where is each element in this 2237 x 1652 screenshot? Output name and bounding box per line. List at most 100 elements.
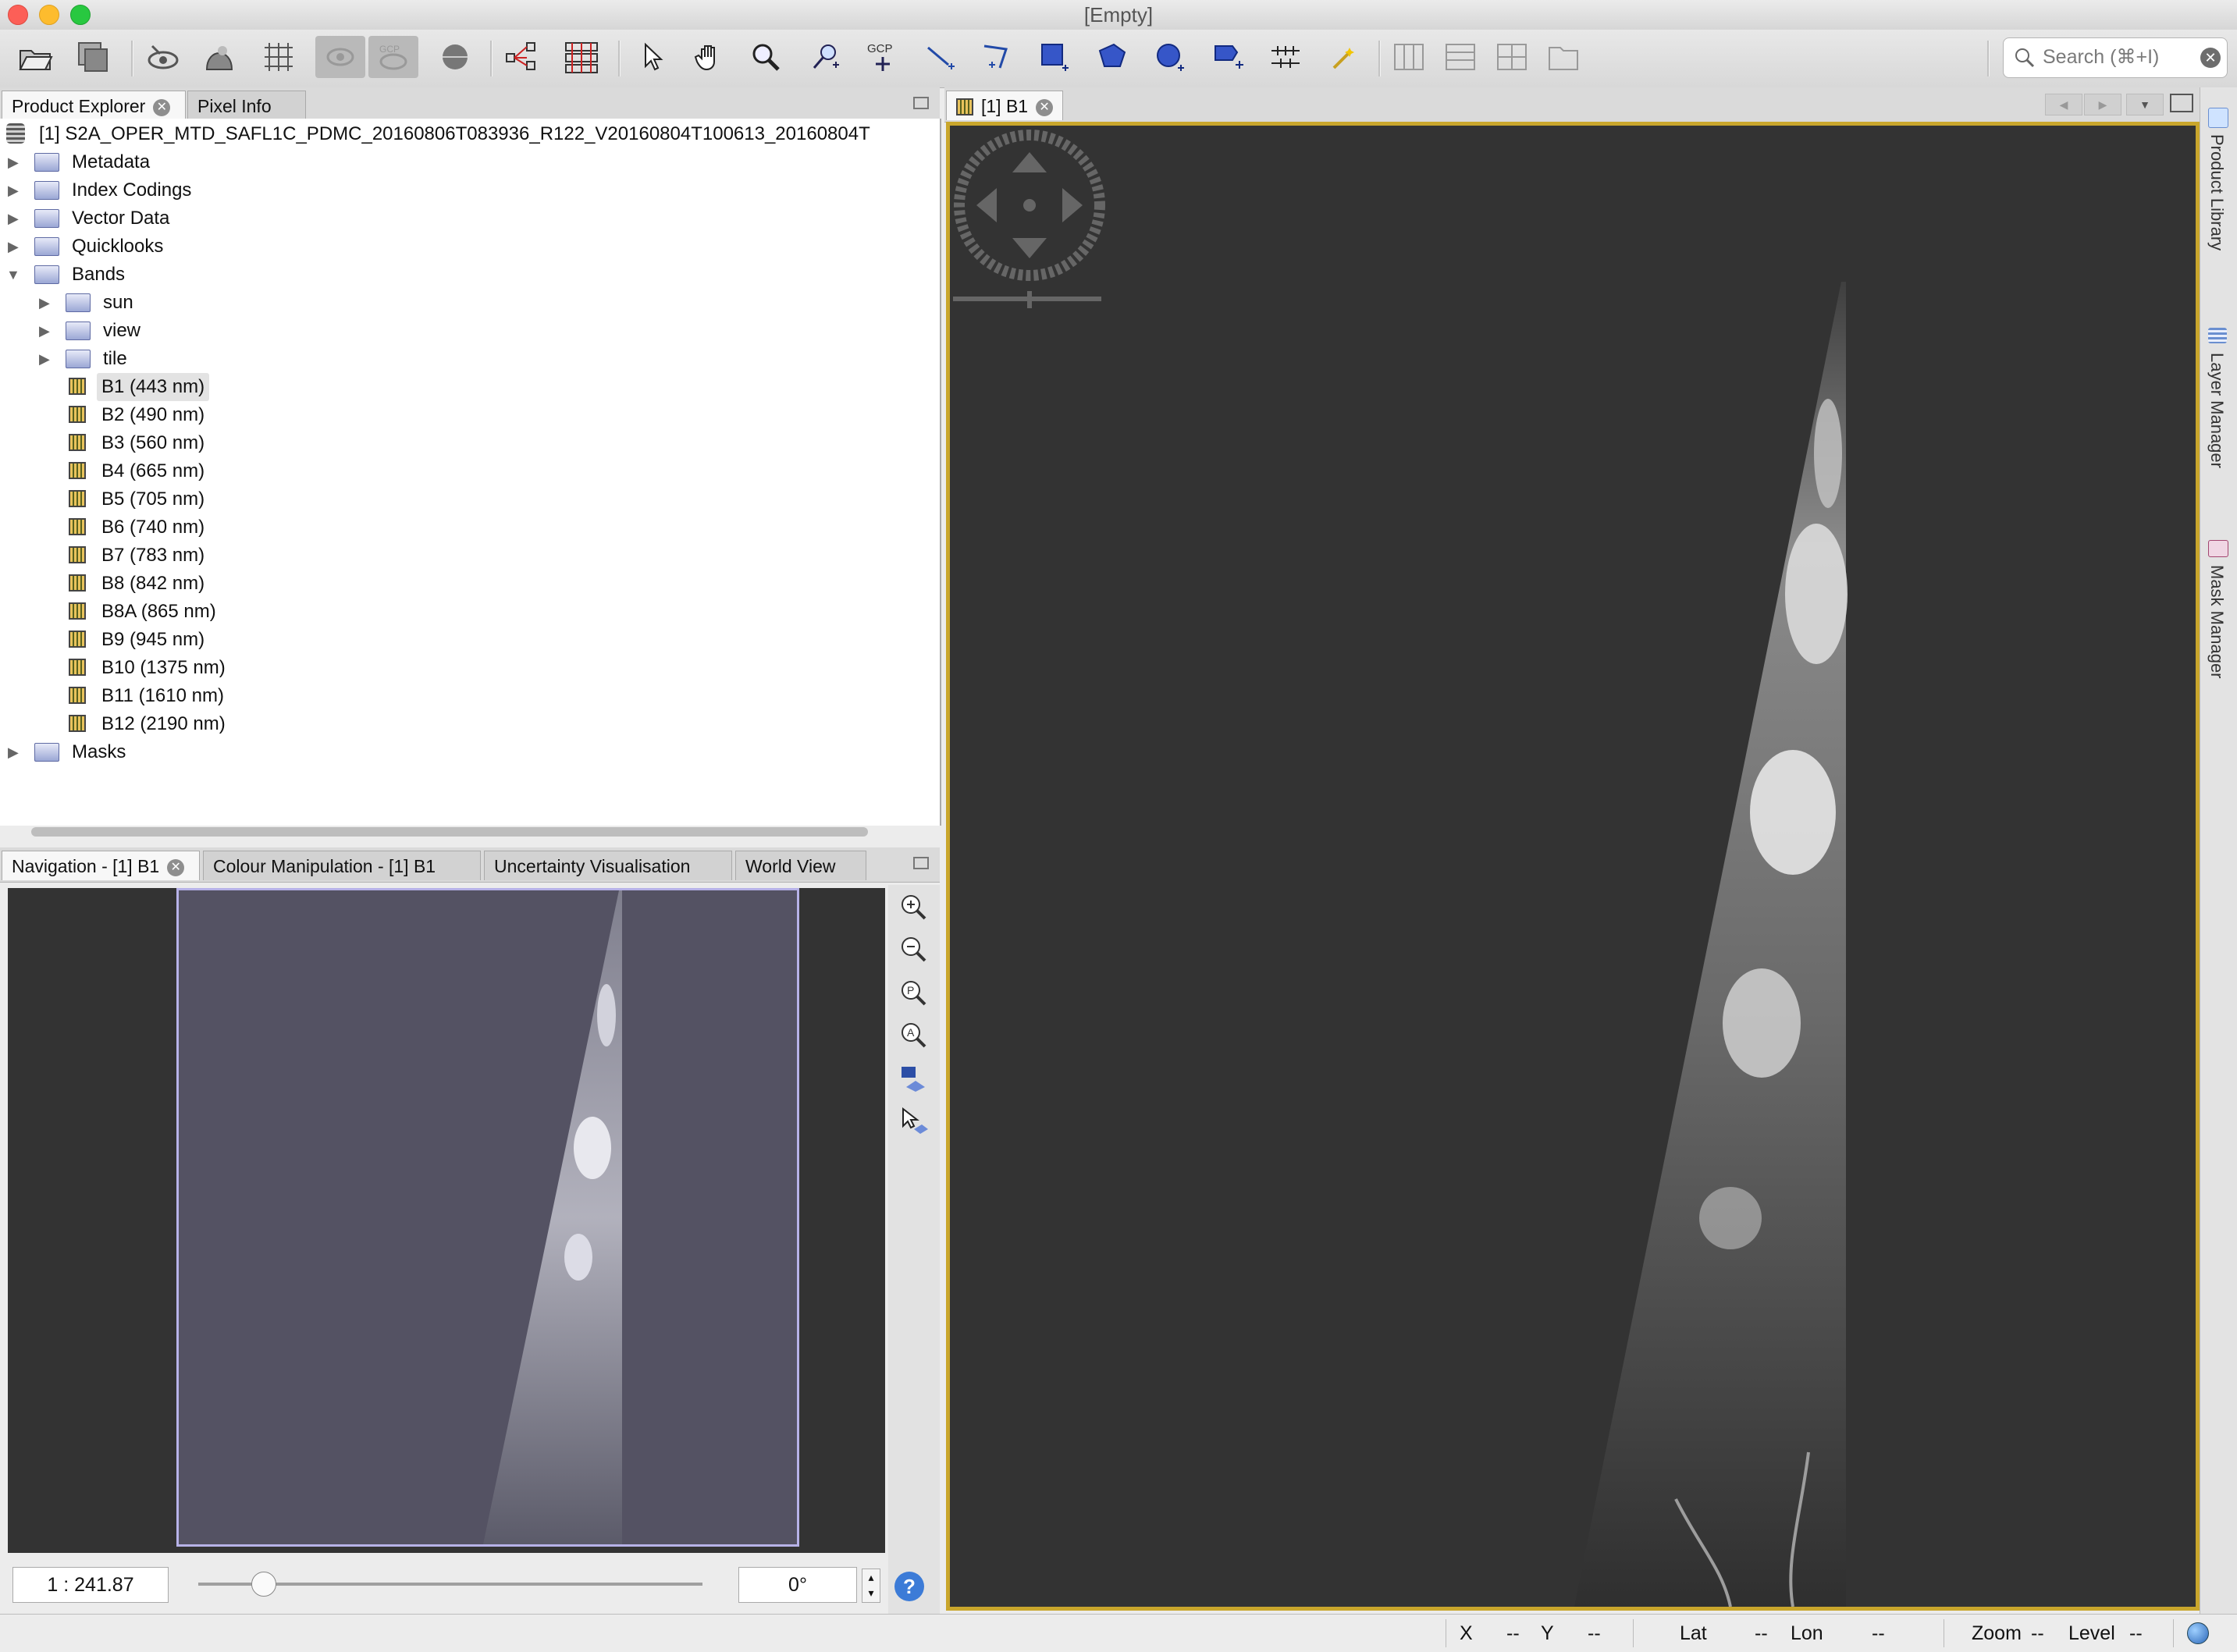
product-tree: [1] S2A_OPER_MTD_SAFL1C_PDMC_20160806T08… xyxy=(0,119,941,826)
polygon-drawing-icon[interactable] xyxy=(1091,36,1133,78)
pan-tool-icon[interactable] xyxy=(688,36,731,78)
rectangle-drawing-icon[interactable] xyxy=(1033,36,1076,78)
help-button[interactable]: ? xyxy=(894,1572,924,1601)
search-icon xyxy=(2013,46,2036,73)
horizontal-scrollbar[interactable] xyxy=(31,827,868,837)
world-status-icon[interactable] xyxy=(2187,1622,2209,1644)
maximize-panel-icon[interactable] xyxy=(2170,94,2193,112)
overlay-gcp-disabled-icon[interactable]: GCP xyxy=(368,36,418,78)
polyline-drawing-icon[interactable] xyxy=(976,36,1018,78)
status-bar: X -- Y -- Lat -- Lon -- Zoom -- Level -- xyxy=(0,1614,2237,1652)
sphere-icon[interactable] xyxy=(434,36,476,78)
folder-icon xyxy=(34,153,59,172)
line-drawing-icon[interactable] xyxy=(919,36,962,78)
pin-manager-icon[interactable] xyxy=(501,36,543,78)
folder-icon xyxy=(34,743,59,762)
image-view-tab-bar: [1] B1 ✕ ◀ ▶ ▼ xyxy=(944,87,2200,123)
expand-triangle-icon[interactable]: ▶ xyxy=(8,176,19,204)
tab-list-dropdown-icon[interactable]: ▼ xyxy=(2126,94,2164,115)
expand-triangle-icon[interactable]: ▶ xyxy=(39,289,50,317)
tile-horizontal-icon[interactable] xyxy=(1388,36,1430,78)
gcp-placing-icon[interactable]: GCP xyxy=(862,36,904,78)
expand-triangle-icon[interactable]: ▶ xyxy=(39,345,50,373)
range-finder-icon[interactable] xyxy=(1208,36,1250,78)
sync-cursor-icon[interactable] xyxy=(896,1103,932,1139)
scale-field[interactable]: 1 : 241.87 xyxy=(12,1567,169,1603)
band-label: B9 (945 nm) xyxy=(101,629,205,650)
expand-triangle-icon[interactable]: ▶ xyxy=(39,317,50,345)
rotation-angle-field[interactable]: 0° xyxy=(738,1567,857,1603)
zoom-slider-thumb[interactable] xyxy=(251,1572,276,1597)
side-tab-mask-manager[interactable]: Mask Manager xyxy=(2207,565,2227,679)
band-label: B8 (842 nm) xyxy=(101,573,205,594)
status-y-value: -- xyxy=(1588,1622,1601,1644)
tab-colour-manipulation[interactable]: Colour Manipulation - [1] B1 xyxy=(203,851,481,880)
close-icon[interactable]: ✕ xyxy=(167,858,185,876)
graticule-icon[interactable] xyxy=(258,36,300,78)
expand-triangle-icon[interactable]: ▶ xyxy=(8,233,19,261)
tab-label: Colour Manipulation - [1] B1 xyxy=(213,856,436,876)
navigation-compass-control[interactable] xyxy=(950,126,1106,325)
open-product-icon[interactable] xyxy=(14,36,56,78)
measure-icon[interactable] xyxy=(1264,36,1307,78)
satellite-image xyxy=(1574,282,1848,1607)
folder-icon xyxy=(34,181,59,200)
side-tab-layer-manager[interactable]: Layer Manager xyxy=(2207,353,2227,468)
zoom-all-icon[interactable]: A xyxy=(896,1018,932,1053)
scroll-tabs-left-icon[interactable]: ◀ xyxy=(2045,94,2082,115)
tab-image-b1[interactable]: [1] B1 ✕ xyxy=(946,91,1063,120)
close-icon[interactable]: ✕ xyxy=(153,98,171,116)
right-side-panel-rail: Product Library Layer Manager Mask Manag… xyxy=(2200,87,2237,1614)
close-icon[interactable]: ✕ xyxy=(1036,98,1054,116)
expand-triangle-icon[interactable]: ▶ xyxy=(8,738,19,766)
folder-icon xyxy=(34,209,59,228)
tab-product-explorer[interactable]: Product Explorer ✕ xyxy=(2,91,186,120)
tile-vertical-icon[interactable] xyxy=(1439,36,1481,78)
sync-views-icon[interactable] xyxy=(896,1061,932,1097)
tab-pixel-info[interactable]: Pixel Info xyxy=(187,91,306,120)
magic-wand-icon[interactable] xyxy=(1322,36,1364,78)
status-level-label: Level xyxy=(2068,1622,2115,1644)
band-label: B8A (865 nm) xyxy=(101,601,216,622)
gcp-manager-icon[interactable] xyxy=(560,36,603,78)
minimize-panel-icon[interactable] xyxy=(913,97,929,109)
band-label: B11 (1610 nm) xyxy=(101,685,224,706)
expand-triangle-icon[interactable]: ▶ xyxy=(8,148,19,176)
minimize-panel-icon[interactable] xyxy=(913,857,929,869)
tab-uncertainty-visualisation[interactable]: Uncertainty Visualisation xyxy=(484,851,732,880)
clear-search-icon[interactable]: ✕ xyxy=(2200,48,2221,68)
band-icon xyxy=(69,434,86,451)
mask-manager-icon xyxy=(2208,540,2228,557)
ellipse-drawing-icon[interactable] xyxy=(1149,36,1191,78)
folder-open-icon xyxy=(34,265,59,284)
search-field[interactable]: Search (⌘+I) ✕ xyxy=(2003,37,2228,78)
product-node[interactable]: [1] S2A_OPER_MTD_SAFL1C_PDMC_20160806T08… xyxy=(0,120,940,148)
navigation-viewport-frame[interactable] xyxy=(176,888,799,1547)
tile-evenly-icon[interactable] xyxy=(1542,36,1584,78)
tab-world-view[interactable]: World View xyxy=(735,851,866,880)
show-world-icon[interactable] xyxy=(198,36,240,78)
image-view-canvas[interactable] xyxy=(946,122,2200,1611)
zoom-tool-icon[interactable] xyxy=(745,36,787,78)
tab-navigation[interactable]: Navigation - [1] B1 ✕ xyxy=(2,851,200,880)
save-product-icon[interactable] xyxy=(72,36,114,78)
node-label: Metadata xyxy=(72,151,151,172)
pin-placing-icon[interactable] xyxy=(804,36,846,78)
expand-triangle-icon[interactable]: ▶ xyxy=(8,204,19,233)
collapse-triangle-icon[interactable]: ▼ xyxy=(6,261,20,289)
folder-icon xyxy=(34,237,59,256)
zoom-in-icon[interactable] xyxy=(896,890,932,925)
angle-stepper[interactable]: ▴ ▾ xyxy=(862,1569,880,1603)
tab-label: Uncertainty Visualisation xyxy=(494,856,691,876)
product-label: [1] S2A_OPER_MTD_SAFL1C_PDMC_20160806T08… xyxy=(39,123,870,144)
zoom-out-icon[interactable] xyxy=(896,932,932,968)
side-tab-product-library[interactable]: Product Library xyxy=(2207,134,2227,250)
show-pixel-icon[interactable] xyxy=(142,36,184,78)
zoom-pixel-icon[interactable]: P xyxy=(896,975,932,1011)
select-tool-icon[interactable] xyxy=(631,36,673,78)
main-toolbar: GCP GCP Search (⌘+I) ✕ xyxy=(0,30,2237,88)
overlay-disabled-icon[interactable] xyxy=(315,36,365,78)
tile-grid-icon[interactable] xyxy=(1491,36,1533,78)
scroll-tabs-right-icon[interactable]: ▶ xyxy=(2084,94,2121,115)
status-lat-value: -- xyxy=(1755,1622,1768,1644)
